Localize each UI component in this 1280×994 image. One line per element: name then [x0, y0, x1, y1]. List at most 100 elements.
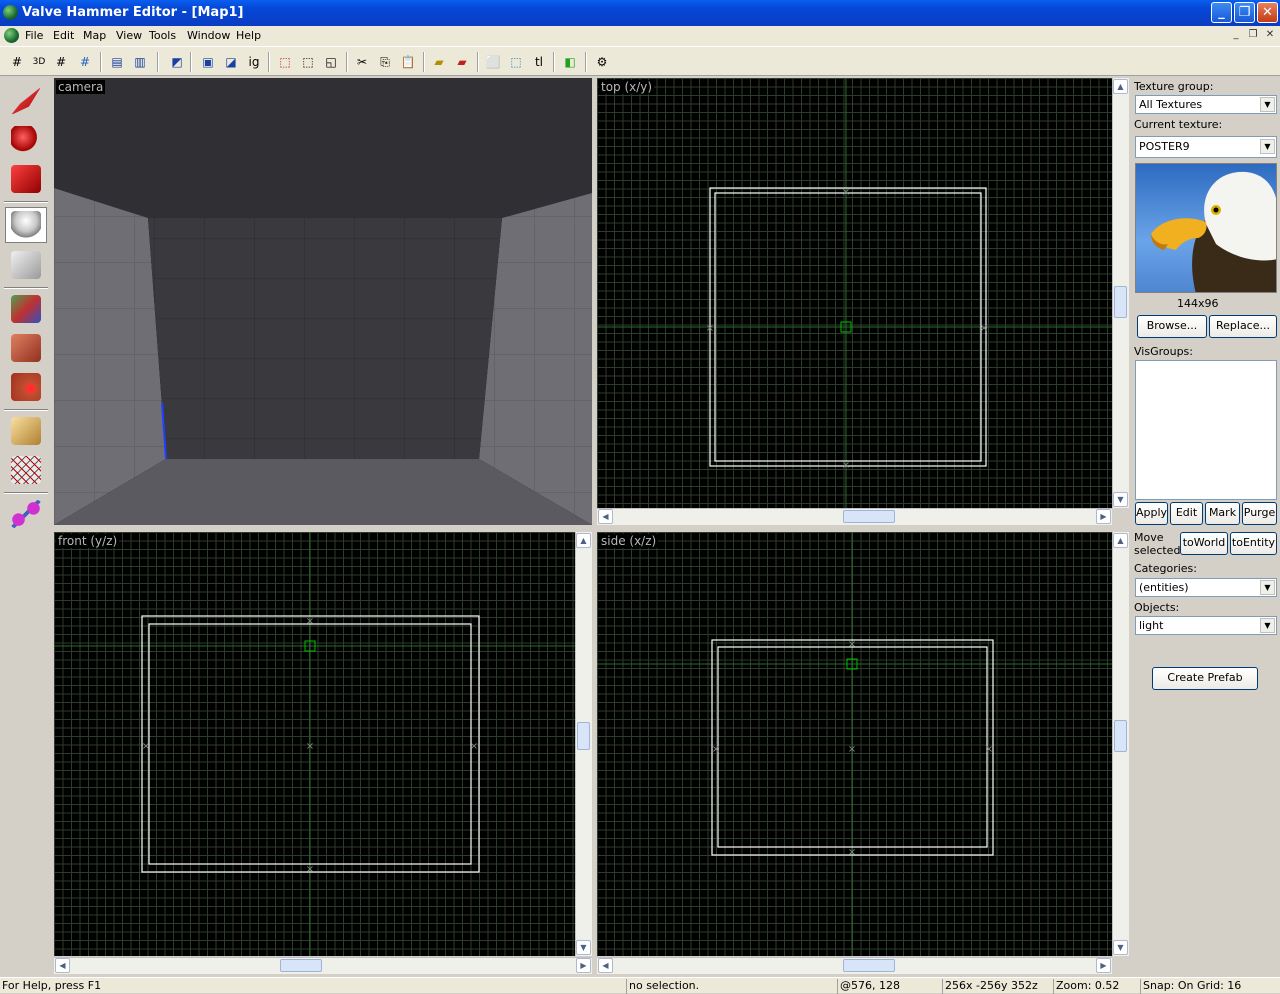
maximize-button[interactable]: ❐	[1234, 2, 1255, 23]
3d-grid-icon[interactable]: 3D	[29, 52, 49, 72]
window-title: Valve Hammer Editor - [Map1]	[22, 5, 244, 20]
chevron-down-icon[interactable]: ▼	[1260, 97, 1275, 112]
menu-bar: File Edit Map View Tools Window Help _ ❐…	[0, 26, 1280, 46]
path-tool[interactable]	[5, 496, 47, 532]
decal-tool[interactable]	[5, 369, 47, 405]
svg-text:×: ×	[985, 744, 993, 755]
group-icon[interactable]: ▤	[107, 52, 127, 72]
objects-select[interactable]: light ▼	[1135, 616, 1277, 635]
chevron-down-icon[interactable]: ▼	[1260, 580, 1275, 595]
status-snap: Snap: On Grid: 16	[1140, 979, 1280, 994]
chevron-down-icon[interactable]: ▼	[1260, 139, 1275, 154]
apply-current-texture-tool[interactable]	[5, 330, 47, 366]
smaller-grid-icon[interactable]: #	[51, 52, 71, 72]
front-horizontal-scrollbar[interactable]: ◀ ▶	[54, 957, 592, 974]
cut-icon[interactable]: ✂	[352, 52, 372, 72]
svg-text:×: ×	[842, 460, 850, 471]
edit-button[interactable]: Edit	[1170, 502, 1203, 525]
mdi-minimize-icon[interactable]: _	[1228, 28, 1244, 42]
entity-tool[interactable]	[5, 207, 47, 243]
top-viewport[interactable]: × × × × top (x/y)	[597, 78, 1112, 508]
current-texture-value: POSTER9	[1139, 140, 1190, 153]
front-vertical-scrollbar[interactable]: ▲ ▼	[575, 532, 592, 956]
menu-map[interactable]: Map	[79, 28, 110, 43]
visgroups-list[interactable]	[1135, 360, 1277, 500]
menu-tools[interactable]: Tools	[145, 28, 180, 43]
visgroups-label: VisGroups:	[1134, 345, 1193, 358]
svg-text:×: ×	[712, 744, 720, 755]
purge-button[interactable]: Purge	[1242, 502, 1277, 525]
side-horizontal-scrollbar[interactable]: ◀ ▶	[597, 957, 1112, 974]
copy-icon[interactable]: ⎘	[375, 52, 395, 72]
run-map-icon[interactable]: ◧	[560, 52, 580, 72]
hammer-app-icon	[3, 5, 18, 20]
side-vertical-scrollbar[interactable]: ▲ ▼	[1112, 532, 1129, 956]
side-viewport[interactable]: × × × × × side (x/z)	[597, 532, 1112, 956]
replace-button[interactable]: Replace...	[1209, 315, 1277, 338]
vertex-manipulation-tool[interactable]	[5, 452, 47, 488]
menu-view[interactable]: View	[112, 28, 146, 43]
current-texture-select[interactable]: POSTER9 ▼	[1135, 136, 1277, 158]
hide-selection-icon[interactable]: ◩	[167, 52, 187, 72]
mark-button[interactable]: Mark	[1205, 502, 1240, 525]
vertex-cube-icon	[11, 456, 41, 484]
clipping-tool[interactable]	[5, 413, 47, 449]
light-bulb-icon	[11, 211, 41, 239]
camera-tool[interactable]	[5, 161, 47, 197]
menu-window[interactable]: Window	[183, 28, 234, 43]
svg-text:×: ×	[848, 744, 856, 755]
texture-group-label: Texture group:	[1134, 80, 1214, 93]
ungroup-icon[interactable]: ▥	[130, 52, 150, 72]
select-by-handles-icon[interactable]: ⬚	[506, 52, 526, 72]
transform-button[interactable]: tl	[529, 52, 549, 72]
paste-icon[interactable]: 📋	[398, 52, 418, 72]
menu-help[interactable]: Help	[232, 28, 265, 43]
menu-edit[interactable]: Edit	[49, 28, 78, 43]
top-vertical-scrollbar[interactable]: ▲ ▼	[1112, 78, 1129, 508]
cordon-icon[interactable]: ⬚	[275, 52, 295, 72]
texture-group-select[interactable]: All Textures ▼	[1135, 95, 1277, 114]
larger-grid-icon[interactable]: #	[75, 52, 95, 72]
status-help: For Help, press F1	[2, 979, 102, 992]
eagle-icon	[1151, 171, 1276, 292]
categories-select[interactable]: (entities) ▼	[1135, 578, 1277, 597]
texture-lock-icon[interactable]: ▰	[429, 52, 449, 72]
solid-icon[interactable]: ◱	[321, 52, 341, 72]
camera-icon	[11, 165, 41, 193]
front-brush-outline: × × × × ×	[54, 532, 575, 956]
top-horizontal-scrollbar[interactable]: ◀ ▶	[597, 508, 1112, 525]
to-entity-button[interactable]: toEntity	[1230, 532, 1277, 555]
chevron-down-icon[interactable]: ▼	[1260, 618, 1275, 633]
side-view-label: side (x/z)	[599, 534, 659, 548]
front-viewport[interactable]: × × × × × front (y/z)	[54, 532, 575, 956]
top-view-label: top (x/y)	[599, 80, 655, 94]
create-prefab-button[interactable]: Create Prefab	[1152, 667, 1258, 690]
toggle-grid-icon[interactable]: #	[7, 52, 27, 72]
carve-icon[interactable]: ◪	[221, 52, 241, 72]
svg-text:×: ×	[306, 741, 314, 752]
texture-group-value: All Textures	[1139, 98, 1203, 111]
select-objects-icon[interactable]: ⬜	[483, 52, 503, 72]
entity-icon[interactable]: ▣	[198, 52, 218, 72]
menu-file[interactable]: File	[21, 28, 47, 43]
magnify-tool[interactable]	[5, 122, 47, 158]
svg-text:×: ×	[470, 741, 478, 752]
options-icon[interactable]: ⚙	[592, 52, 612, 72]
ignore-groups-button[interactable]: ig	[244, 52, 264, 72]
texture-application-tool[interactable]	[5, 291, 47, 327]
minimize-button[interactable]: _	[1211, 2, 1232, 23]
close-button[interactable]: ✕	[1257, 2, 1278, 23]
camera-viewport[interactable]: camera	[54, 78, 592, 525]
mdi-restore-icon[interactable]: ❐	[1245, 28, 1261, 42]
status-size: 256x -256y 352z	[942, 979, 1050, 994]
to-world-button[interactable]: toWorld	[1180, 532, 1228, 555]
mdi-close-icon[interactable]: ✕	[1262, 28, 1278, 42]
brush-outline-icon[interactable]: ⬚	[298, 52, 318, 72]
camera-scene	[54, 78, 592, 525]
browse-button[interactable]: Browse...	[1137, 315, 1207, 338]
texture-scale-lock-icon[interactable]: ▰	[452, 52, 472, 72]
block-tool[interactable]	[5, 247, 47, 283]
selection-tool[interactable]	[5, 83, 47, 119]
document-icon[interactable]	[4, 28, 19, 43]
apply-button[interactable]: Apply	[1135, 502, 1168, 525]
